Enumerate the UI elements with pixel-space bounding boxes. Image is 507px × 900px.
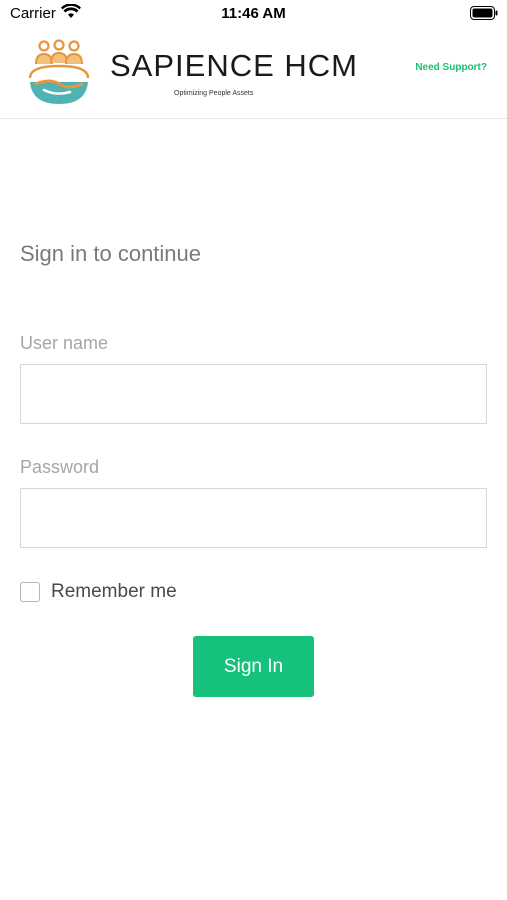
remember-me-row[interactable]: Remember me: [20, 580, 177, 604]
sign-in-button[interactable]: Sign In: [193, 636, 314, 697]
clock: 11:46 AM: [221, 5, 286, 22]
remember-me-checkbox[interactable]: [20, 582, 40, 602]
app-header: SAPIENCE HCM Optimizing People Assets Ne…: [0, 30, 507, 119]
username-label: User name: [20, 333, 109, 353]
remember-me-label[interactable]: Remember me: [51, 581, 177, 603]
sign-in-title: Sign in to continue: [20, 241, 202, 266]
brand-tagline: Optimizing People Assets: [174, 90, 254, 97]
username-input[interactable]: [20, 364, 487, 424]
password-input[interactable]: [20, 488, 487, 548]
people-handshake-logo-icon: [28, 39, 90, 104]
need-support-link[interactable]: Need Support?: [415, 62, 487, 73]
password-label: Password: [20, 457, 100, 477]
battery-icon: [470, 6, 498, 20]
status-bar: Carrier 11:46 AM: [0, 0, 507, 30]
brand-name: SAPIENCE HCM: [110, 48, 358, 83]
